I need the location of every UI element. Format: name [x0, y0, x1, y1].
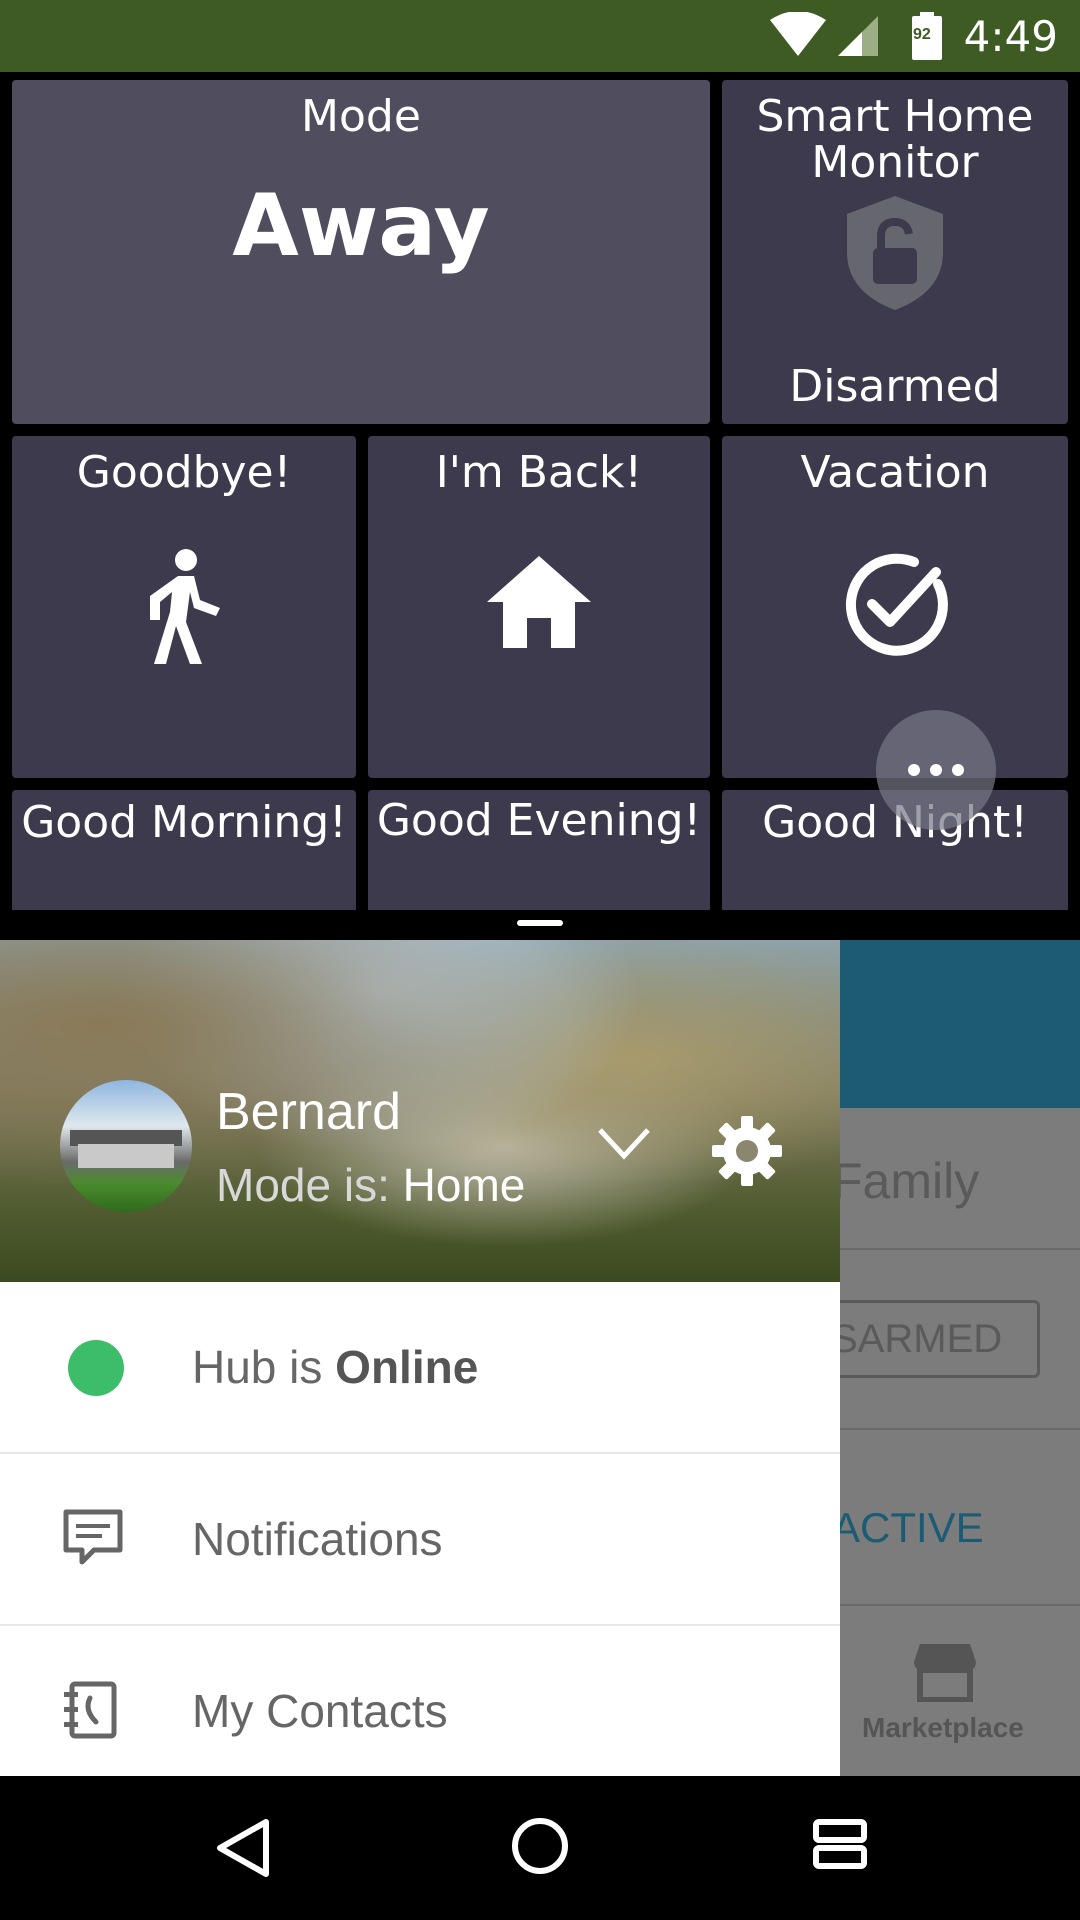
background-family-label: Family [832, 1153, 980, 1209]
chevron-down-icon[interactable] [596, 1126, 652, 1162]
menu-item-label: Notifications [192, 1513, 443, 1565]
home-icon [487, 556, 591, 648]
hub-status-label: Hub is Online [192, 1341, 479, 1393]
more-options-button[interactable] [876, 710, 996, 830]
walking-person-icon [150, 549, 220, 664]
avatar[interactable] [60, 1080, 192, 1212]
more-dot [908, 764, 920, 776]
background-marketplace-label: Marketplace [862, 1712, 1024, 1743]
menu-item-label: My Contacts [192, 1685, 448, 1737]
mode-value: Home [402, 1159, 526, 1211]
background-active-label: ACTIVE [832, 1504, 984, 1551]
menu-item-my-contacts[interactable]: My Contacts [0, 1626, 840, 1776]
routine-tile-good-morning[interactable]: Good Morning! [12, 790, 356, 910]
drawer-handle[interactable] [517, 920, 563, 926]
routine-label: Vacation [800, 447, 990, 498]
shm-tile-title: Smart Home Monitor [756, 91, 1034, 188]
more-dot [952, 764, 964, 776]
gear-icon[interactable] [712, 1116, 782, 1186]
online-status-icon [68, 1340, 124, 1396]
menu-item-notifications[interactable]: Notifications [0, 1454, 840, 1626]
more-dot [930, 764, 942, 776]
shield-unlocked-icon [847, 196, 943, 310]
mode-tile-value: Away [232, 176, 490, 276]
routine-label: Good Evening! [376, 795, 702, 846]
home-circle-icon[interactable] [510, 1816, 570, 1876]
system-navigation-bar [0, 1776, 1080, 1920]
routine-tile-good-evening[interactable]: Good Evening! [368, 790, 710, 910]
routine-tile-goodbye[interactable]: Goodbye! [12, 436, 356, 778]
mode-tile[interactable]: Mode Away [12, 80, 710, 424]
message-icon [63, 1509, 123, 1565]
user-name: Bernard [216, 1083, 401, 1141]
mode-tile-title: Mode [301, 91, 421, 142]
routine-label: Good Morning! [21, 797, 347, 848]
clock: 4:49 [963, 12, 1058, 61]
smart-home-monitor-tile[interactable]: Smart Home Monitor Disarmed [722, 80, 1068, 424]
current-mode: Mode is: Home [216, 1159, 526, 1211]
battery-level: 92 [913, 26, 931, 43]
routine-label: I'm Back! [435, 447, 643, 498]
routine-label: Goodbye! [76, 447, 292, 498]
drawer-header: Bernard Mode is: Home [0, 940, 840, 1282]
back-icon[interactable] [214, 1816, 270, 1880]
shm-status: Disarmed [789, 361, 1001, 412]
background-disarmed-button: DISARMED [812, 1300, 1040, 1378]
wifi-icon [770, 12, 826, 56]
routine-tile-im-back[interactable]: I'm Back! [368, 436, 710, 778]
marketplace-icon [914, 1644, 976, 1702]
check-circle-icon [845, 553, 948, 656]
signal-icon [838, 16, 878, 56]
navigation-drawer: Bernard Mode is: Home Hub is Online Noti… [0, 940, 840, 1776]
status-bar: 92 4:49 [0, 0, 1080, 72]
contacts-book-icon [64, 1681, 117, 1739]
hub-status-row[interactable]: Hub is Online [0, 1282, 840, 1454]
recents-icon[interactable] [812, 1816, 868, 1872]
